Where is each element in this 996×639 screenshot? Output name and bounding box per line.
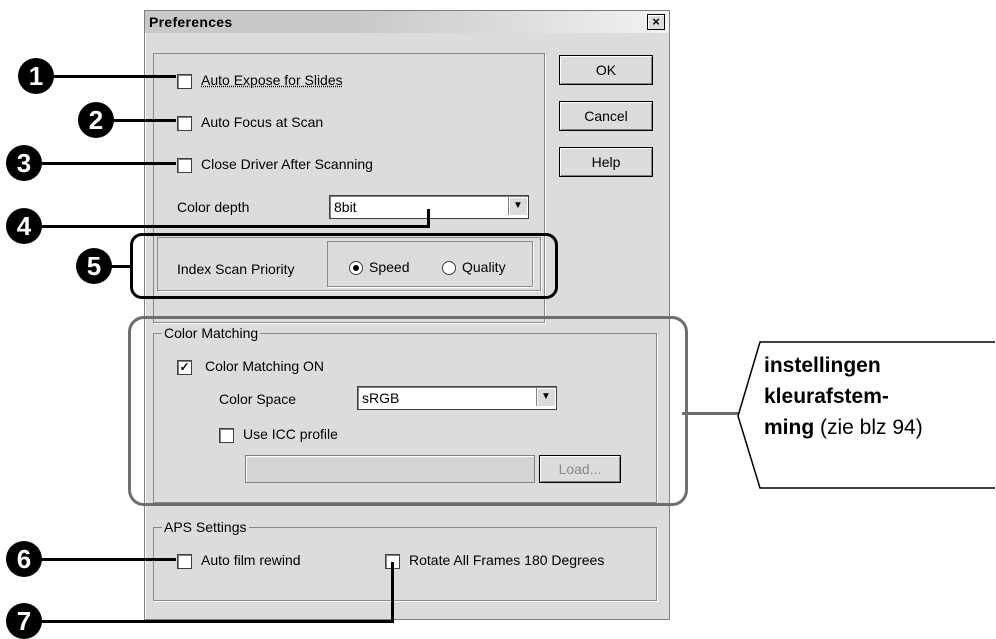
annotation-bold-3: ming	[764, 416, 815, 439]
color-depth-value: 8bit	[334, 199, 357, 215]
color-matching-highlight-frame	[128, 316, 688, 506]
title-bar: Preferences ×	[145, 11, 669, 33]
annotation-line-3: ming (zie blz 94)	[764, 412, 994, 443]
leader-line-1	[52, 75, 176, 78]
auto-expose-label: Auto Expose for Slides	[201, 72, 343, 88]
auto-expose-checkbox[interactable]	[177, 74, 192, 89]
callout-4: 4	[6, 208, 42, 244]
callout-1: 1	[18, 58, 54, 94]
auto-focus-label: Auto Focus at Scan	[201, 114, 324, 130]
color-depth-label: Color depth	[177, 199, 250, 215]
index-scan-highlight-frame	[130, 233, 558, 299]
annotation-line-2: kleurafstem-	[764, 385, 889, 408]
preferences-dialog: Preferences × Auto Expose for Slides Aut…	[144, 10, 670, 620]
ok-button[interactable]: OK	[559, 55, 653, 85]
annotation-text: instellingen kleurafstem- ming (zie blz …	[764, 350, 994, 443]
close-button[interactable]: ×	[647, 14, 665, 30]
close-driver-checkbox[interactable]	[177, 158, 192, 173]
callout-7: 7	[6, 603, 42, 639]
window-title: Preferences	[149, 14, 233, 30]
leader-line-7a	[40, 620, 394, 623]
leader-line-4a	[40, 225, 430, 228]
callout-5: 5	[76, 248, 112, 284]
leader-line-annotation	[682, 412, 742, 415]
leader-line-5	[110, 265, 132, 268]
rotate-frames-label: Rotate All Frames 180 Degrees	[409, 552, 605, 568]
auto-film-rewind-checkbox[interactable]	[177, 554, 192, 569]
auto-film-rewind-label: Auto film rewind	[201, 552, 301, 568]
cancel-button[interactable]: Cancel	[559, 101, 653, 131]
leader-line-6	[40, 558, 176, 561]
annotation-page-ref: (zie blz 94)	[814, 416, 923, 439]
callout-3: 3	[6, 145, 42, 181]
annotation-line-1: instellingen	[764, 354, 881, 377]
aps-settings-legend: APS Settings	[162, 519, 249, 535]
help-button[interactable]: Help	[559, 147, 653, 177]
close-driver-label: Close Driver After Scanning	[201, 156, 373, 172]
leader-line-3	[40, 162, 176, 165]
leader-line-2	[112, 119, 176, 122]
auto-focus-checkbox[interactable]	[177, 116, 192, 131]
dropdown-arrow-icon[interactable]: ▼	[508, 197, 527, 215]
callout-6: 6	[6, 541, 42, 577]
callout-2: 2	[78, 102, 114, 138]
leader-line-7b	[391, 562, 394, 623]
leader-line-4b	[427, 209, 430, 228]
